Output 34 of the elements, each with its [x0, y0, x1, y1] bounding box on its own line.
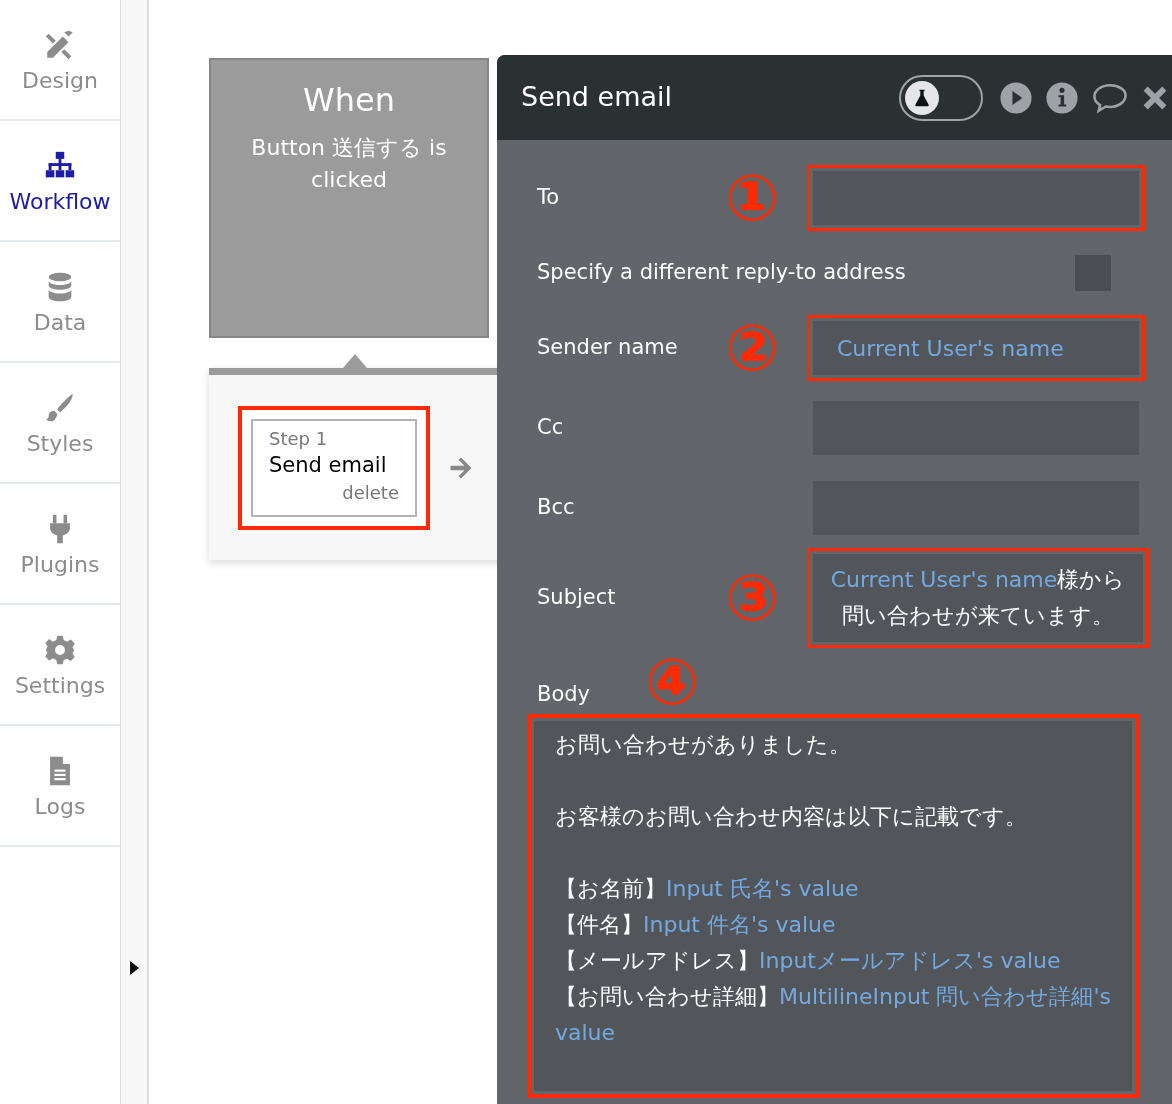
input-field[interactable]: Current User's name [813, 321, 1139, 375]
play-icon[interactable] [999, 80, 1033, 115]
expand-arrow-icon[interactable] [130, 961, 139, 975]
flask-icon [912, 87, 932, 108]
body-text-line: お客様のお問い合わせ内容は以下に記載です。 [555, 803, 1028, 831]
annotation-number: ② [724, 316, 780, 380]
checkbox[interactable] [1075, 255, 1111, 291]
field-label: Body [537, 680, 591, 708]
body-text-line: 【お問い合わせ詳細】MultilineInput 問い合わせ詳細's value [555, 983, 1111, 1047]
annotation-number: ④ [644, 650, 700, 714]
field-label: Specify a different reply-to address [537, 259, 907, 287]
body-text-line: 【お名前】Input 氏名's value [555, 875, 860, 903]
annotation-number: ① [724, 166, 780, 230]
annotation-number: ③ [724, 566, 780, 630]
field-label: Subject [537, 584, 617, 612]
input-field[interactable]: Current User's name様から問い合わせが来ています。 [813, 554, 1143, 642]
rich-text-editor[interactable]: お問い合わせがありました。 お客様のお問い合わせ内容は以下に記載です。 【お名前】Input 氏名's value 【件名】Input 件名's value 【メールアドレス】Inputメールアドレス's value 【お問い合わせ詳細】MultilineInput 問い合わせ詳細's value [534, 721, 1132, 1091]
event-card[interactable]: When Button 送信する is clicked [209, 58, 489, 338]
body-text-line: 【メールアドレス】Inputメールアドレス's value [555, 947, 1062, 975]
field-label: Bcc [537, 494, 576, 522]
field-label: Sender name [537, 334, 679, 362]
delete-link[interactable]: delete [342, 478, 399, 506]
body-text-line: 【件名】Input 件名's value [555, 911, 837, 939]
event-title: When [303, 84, 395, 116]
field-label: To [537, 184, 561, 212]
info-icon[interactable] [1045, 80, 1079, 115]
step-action: Send email [269, 451, 388, 479]
field-label: Cc [537, 414, 565, 442]
step-number: Step 1 [269, 426, 329, 451]
panel-title: Send email [521, 80, 674, 115]
test-mode-toggle[interactable] [899, 74, 983, 121]
body-text-line: お問い合わせがありました。 [555, 731, 852, 759]
step-card[interactable]: Step 1 Send email delete [251, 418, 417, 517]
event-description: Button 送信する is clicked [250, 134, 448, 194]
